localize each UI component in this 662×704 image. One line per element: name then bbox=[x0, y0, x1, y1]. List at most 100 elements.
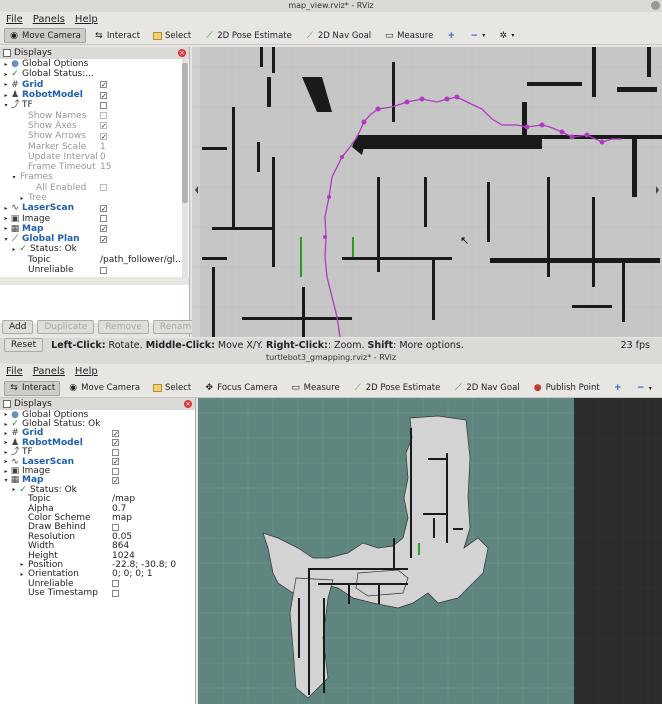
display-tree-row[interactable]: ▸ ✓ Global Status:... bbox=[0, 69, 189, 79]
collapsed-arrow-icon[interactable]: ▸ bbox=[10, 246, 18, 253]
add-button[interactable]: Add bbox=[2, 320, 34, 334]
tool-measure[interactable]: ▭ Measure bbox=[286, 381, 345, 396]
tool-2d-pose-estimate[interactable]: ⟋ 2D Pose Estimate bbox=[348, 381, 446, 396]
window-titlebar[interactable]: turtlebot3_gmapping.rviz* - RViz bbox=[0, 352, 662, 364]
tool-interact[interactable]: ⇆ Interact bbox=[89, 28, 145, 43]
close-icon[interactable]: × bbox=[184, 400, 192, 408]
display-tree-row[interactable]: ▸ ✓ Status: Ok bbox=[0, 244, 189, 254]
tool-properties-button[interactable]: ✲▾ bbox=[493, 28, 519, 43]
display-tree-row[interactable]: ▸ ▣ Image bbox=[0, 213, 189, 224]
enabled-checkbox[interactable] bbox=[100, 112, 107, 120]
collapsed-arrow-icon[interactable]: ▸ bbox=[2, 225, 10, 232]
collapsed-arrow-icon[interactable]: ▸ bbox=[2, 215, 10, 222]
map-3d-view[interactable] bbox=[198, 398, 662, 704]
display-tree-row[interactable]: Alpha 0.7 bbox=[0, 504, 195, 514]
display-tree-row[interactable]: ▸ ♟ RobotModel ✓ bbox=[0, 438, 195, 448]
display-tree-row[interactable]: ▸ ▣ Image bbox=[0, 466, 195, 476]
enabled-checkbox[interactable] bbox=[112, 589, 119, 597]
display-tree-row[interactable]: Frame Timeout 15 bbox=[0, 162, 189, 172]
tool-2d-nav-goal[interactable]: ⟋ 2D Nav Goal bbox=[300, 28, 376, 43]
remove-tool-button[interactable]: − ▾ bbox=[464, 28, 490, 43]
display-tree-row[interactable]: Topic/map bbox=[0, 494, 195, 504]
remove-tool-button[interactable]: − ▾ bbox=[631, 381, 657, 396]
tool-select[interactable]: Select bbox=[148, 381, 196, 396]
collapsed-arrow-icon[interactable]: ▸ bbox=[18, 561, 26, 568]
display-tree-row[interactable]: Topic/path_follower/gl... bbox=[0, 255, 189, 265]
property-value[interactable]: 0; 0; 0; 1 bbox=[112, 569, 153, 579]
enabled-checkbox[interactable] bbox=[100, 215, 107, 223]
collapsed-arrow-icon[interactable]: ▸ bbox=[2, 92, 10, 99]
enabled-checkbox[interactable]: ✓ bbox=[100, 235, 107, 243]
collapsed-arrow-icon[interactable]: ▸ bbox=[2, 439, 10, 446]
close-icon[interactable]: × bbox=[178, 49, 186, 57]
property-value[interactable]: 0 bbox=[100, 152, 106, 162]
expanded-arrow-icon[interactable]: ▾ bbox=[2, 477, 10, 484]
display-tree-row[interactable]: Height 1024 bbox=[0, 551, 195, 561]
tool-measure[interactable]: ▭ Measure bbox=[379, 28, 438, 43]
enabled-checkbox[interactable]: ✓ bbox=[100, 132, 107, 140]
expanded-arrow-icon[interactable]: ▾ bbox=[2, 102, 10, 109]
displays-tree[interactable]: ▸ ● Global Options ▸ ✓ Global Status: Ok ▸ # Gri… bbox=[0, 410, 195, 700]
display-tree-row[interactable]: ▸ ♟ RobotModel ✓ bbox=[0, 90, 189, 100]
tool-2d-nav-goal[interactable]: ⟋ 2D Nav Goal bbox=[448, 381, 524, 396]
expanded-arrow-icon[interactable]: ▾ bbox=[2, 236, 10, 243]
display-tree-row[interactable]: ▾ Frames bbox=[0, 172, 189, 182]
property-value[interactable]: 1 bbox=[100, 142, 106, 152]
display-tree-row[interactable]: ▸ ∿ LaserScan ✓ bbox=[0, 457, 195, 467]
property-value[interactable]: map bbox=[112, 513, 132, 523]
display-tree-row[interactable]: Resolution 0.05 bbox=[0, 532, 195, 542]
collapsed-arrow-icon[interactable]: ▸ bbox=[2, 81, 10, 88]
duplicate-button[interactable]: Duplicate bbox=[37, 320, 95, 334]
display-tree-row[interactable]: ▸ ✓ Status: Ok bbox=[0, 485, 195, 495]
display-tree-row[interactable]: ▸ Position -22.8; -30.8; 0 bbox=[0, 560, 195, 570]
enabled-checkbox[interactable] bbox=[112, 448, 119, 456]
map-3d-view[interactable]: ↖ bbox=[192, 47, 662, 337]
display-tree-row[interactable]: ▾ ⟋ Global Plan ✓ bbox=[0, 234, 189, 244]
displays-tree[interactable]: ▸ ● Global Options ▸ ✓ Global Status:... ▸ # Gri… bbox=[0, 59, 189, 277]
collapsed-arrow-icon[interactable]: ▸ bbox=[2, 205, 10, 212]
display-tree-row[interactable]: ▸ Tree bbox=[0, 193, 189, 203]
display-tree-row[interactable]: ▸ ▦ Map ✓ bbox=[0, 224, 189, 234]
tool-publish-point[interactable]: ● Publish Point bbox=[528, 381, 605, 396]
enabled-checkbox[interactable]: ✓ bbox=[112, 458, 119, 466]
enabled-checkbox[interactable] bbox=[100, 184, 107, 192]
display-tree-row[interactable]: Show Axes ✓ bbox=[0, 121, 189, 131]
display-tree-row[interactable]: ▾ ▦ Map ✓ bbox=[0, 475, 195, 485]
add-tool-button[interactable]: + bbox=[441, 28, 461, 43]
enabled-checkbox[interactable] bbox=[112, 523, 119, 531]
collapsed-arrow-icon[interactable]: ▸ bbox=[2, 449, 10, 456]
collapsed-arrow-icon[interactable]: ▸ bbox=[2, 71, 10, 78]
tool-select[interactable]: Select bbox=[148, 28, 196, 43]
enabled-checkbox[interactable]: ✓ bbox=[100, 91, 107, 99]
menu-help[interactable]: Help bbox=[75, 366, 98, 377]
display-tree-row[interactable]: ▸ # Grid ✓ bbox=[0, 80, 189, 90]
tool-move-camera[interactable]: ◉ Move Camera bbox=[4, 28, 86, 43]
window-titlebar[interactable]: map_view.rviz* - RViz bbox=[0, 0, 662, 12]
display-tree-row[interactable]: Width 864 bbox=[0, 541, 195, 551]
display-tree-row[interactable]: Unreliable bbox=[0, 579, 195, 589]
menu-panels[interactable]: Panels bbox=[33, 366, 65, 377]
enabled-checkbox[interactable]: ✓ bbox=[100, 122, 107, 130]
display-tree-row[interactable]: ▾ ⤴ TF bbox=[0, 100, 189, 110]
collapsed-arrow-icon[interactable]: ▸ bbox=[2, 411, 10, 418]
display-tree-row[interactable]: Unreliable bbox=[0, 265, 189, 275]
display-tree-row[interactable]: ▸ ✓ Global Status: Ok bbox=[0, 419, 195, 429]
menu-panels[interactable]: Panels bbox=[33, 14, 65, 25]
display-tree-row[interactable]: ▸ ⤴ TF bbox=[0, 447, 195, 457]
display-tree-row[interactable]: Show Names bbox=[0, 110, 189, 121]
collapsed-arrow-icon[interactable]: ▸ bbox=[2, 430, 10, 437]
enabled-checkbox[interactable] bbox=[100, 266, 107, 274]
collapsed-arrow-icon[interactable]: ▸ bbox=[2, 421, 10, 428]
enabled-checkbox[interactable]: ✓ bbox=[100, 81, 107, 89]
tree-scrollbar[interactable] bbox=[182, 59, 188, 277]
remove-button[interactable]: Remove bbox=[98, 320, 149, 334]
scrollbar-thumb[interactable] bbox=[182, 63, 188, 203]
collapsed-arrow-icon[interactable]: ▸ bbox=[18, 195, 26, 202]
enabled-checkbox[interactable] bbox=[112, 580, 119, 588]
display-tree-row[interactable]: Draw Behind bbox=[0, 522, 195, 532]
menu-help[interactable]: Help bbox=[75, 14, 98, 25]
property-value[interactable]: /path_follower/gl... bbox=[100, 255, 184, 265]
enabled-checkbox[interactable]: ✓ bbox=[112, 439, 119, 447]
display-tree-row[interactable]: ▸ ● Global Options bbox=[0, 410, 195, 420]
collapsed-arrow-icon[interactable]: ▸ bbox=[2, 468, 10, 475]
